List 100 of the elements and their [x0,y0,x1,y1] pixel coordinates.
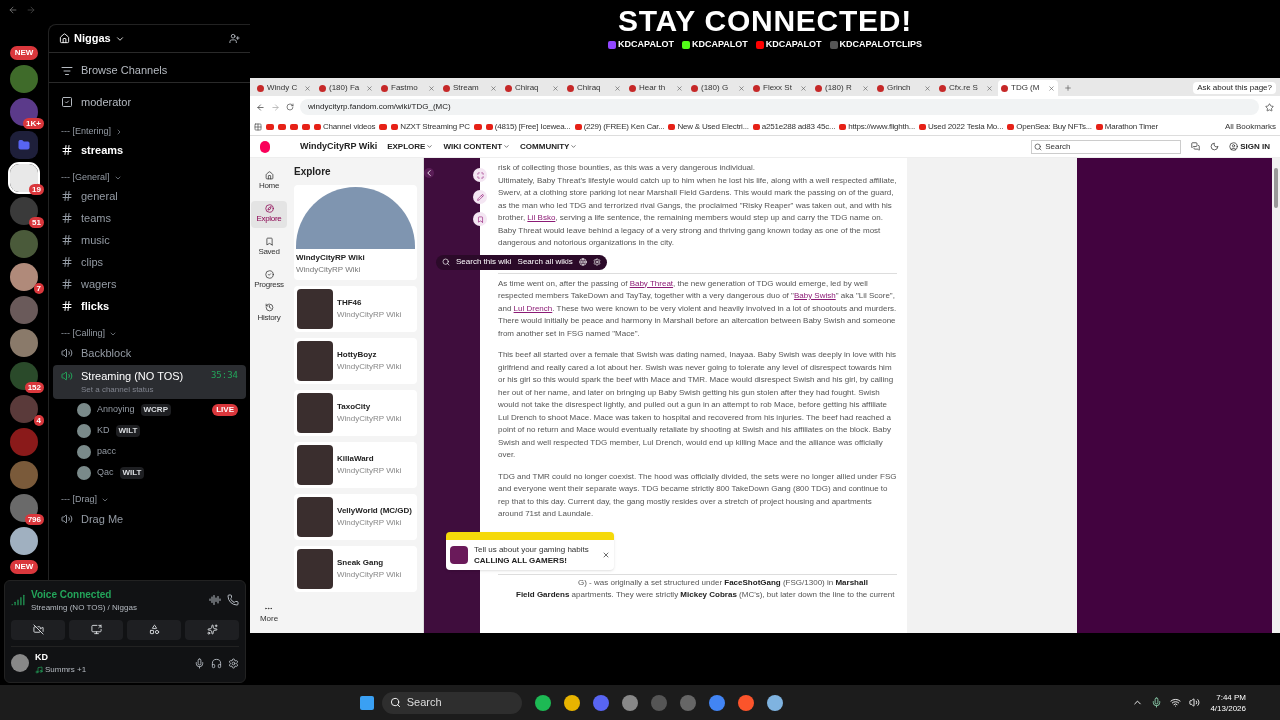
server-icon[interactable] [10,263,38,291]
wiki-card[interactable]: VellyWorld (MC/GD) WindyCityRP Wiki [294,494,417,540]
save-button[interactable] [473,212,487,226]
browser-tab[interactable]: (180) G [688,80,748,96]
activities-button[interactable] [127,619,181,640]
taskbar-app-icon[interactable] [737,694,754,711]
browser-tab[interactable]: Fastmo [378,80,438,96]
member-name[interactable]: Annoying [97,402,135,417]
more-menu[interactable]: More [259,604,279,625]
taskbar-app-icon[interactable] [766,694,783,711]
channel-status[interactable]: Set a channel status [61,384,238,397]
collapse-icon[interactable] [424,168,434,178]
dark-mode-icon[interactable] [1210,142,1220,151]
close-icon[interactable] [428,84,435,92]
channel-item[interactable]: streams [49,139,250,161]
search-all-wikis-button[interactable]: Search all wikis [517,255,573,269]
close-icon[interactable] [366,84,373,92]
bookmark[interactable]: (229) (FREE) Ken Car... [583,120,665,133]
bookmark-icon[interactable] [668,123,676,130]
browser-tab[interactable]: Chiraq [564,80,624,96]
bookmark[interactable]: Marathon Timer [1104,120,1159,133]
invite-icon[interactable] [229,33,240,44]
bookmark[interactable]: Channel videos [323,120,376,133]
bookmark-icon[interactable] [839,123,847,130]
channel-item[interactable]: wagers [49,273,250,295]
bookmark[interactable]: (4815) [Free] Icewea... [494,120,571,133]
bookmark[interactable]: NZXT Streaming PC [400,120,470,133]
channel-item[interactable]: music [49,229,250,251]
nav-menu[interactable]: COMMUNITY [520,140,578,153]
all-bookmarks[interactable]: All Bookmarks [1224,120,1276,133]
close-icon[interactable] [602,550,610,559]
close-icon[interactable] [924,84,931,92]
wiki-card[interactable]: THF46 WindyCityRP Wiki [294,286,417,332]
taskbar-app-icon[interactable] [708,694,725,711]
channel-item[interactable]: teams [49,207,250,229]
browser-tab[interactable]: Cfx.re S [936,80,996,96]
bookmark[interactable]: a251e288 ad83 45c... [761,120,836,133]
edit-button[interactable] [473,190,487,204]
soundboard-button[interactable] [185,619,239,640]
close-icon[interactable] [1048,84,1055,92]
server-name[interactable]: Niggas [74,30,111,47]
start-icon[interactable] [359,695,374,710]
close-icon[interactable] [986,84,993,92]
bookmark-icon[interactable] [1007,123,1015,130]
volume-icon[interactable] [1189,697,1201,708]
sign-in-link[interactable]: SIGN IN [1240,140,1270,153]
browser-tab[interactable]: Stream [440,80,500,96]
rail-item[interactable]: Progress [251,267,287,294]
apps-icon[interactable] [254,122,262,131]
channel-category[interactable]: --- [Drag] [49,483,250,507]
channel-category[interactable]: --- [Calling] [49,317,250,341]
screen-share-button[interactable] [69,619,123,640]
taskbar-app-icon[interactable] [621,694,638,711]
star-icon[interactable] [1265,102,1274,112]
close-icon[interactable] [304,84,311,92]
search-field[interactable]: Search [1031,139,1182,154]
rail-item[interactable]: History [251,300,287,327]
channel-category[interactable]: --- [Entering] [49,115,250,139]
back-icon[interactable] [256,102,265,112]
close-icon[interactable] [676,84,683,92]
browser-tab[interactable]: Hear th [626,80,686,96]
clock-time[interactable]: 7:44 PM [1216,691,1246,703]
clock-date[interactable]: 4/13/2026 [1210,702,1246,714]
address-bar[interactable]: windycityrp.fandom.com/wiki/TDG_(MC) [300,99,1259,115]
voice-location[interactable]: Streaming (NO TOS) / Niggas [31,601,137,614]
channel-item[interactable]: clips [49,251,250,273]
disconnect-icon[interactable] [227,594,239,606]
server-icon[interactable] [10,527,38,555]
browser-tab[interactable]: Grinch [874,80,934,96]
voice-channel[interactable]: Drag Me [53,507,246,531]
folder-icon[interactable] [10,131,38,159]
close-icon[interactable] [738,84,745,92]
rail-item[interactable]: Home [251,168,287,195]
network-icon[interactable] [1170,697,1182,708]
close-icon[interactable] [862,84,869,92]
nav-menu[interactable]: EXPLORE [387,140,434,153]
browser-tab[interactable]: TDG (M [998,80,1058,96]
bookmark[interactable]: Used 2022 Tesla Mo... [927,120,1004,133]
ask-button[interactable]: Ask about this page? [1193,82,1276,94]
channel-item[interactable]: general [49,185,250,207]
bookmark-icon[interactable] [1095,123,1103,130]
wiki-card[interactable]: TaxoCity WindyCityRP Wiki [294,390,417,436]
member-name[interactable]: pacc [97,444,116,459]
bookmark[interactable]: OpenSea: Buy NFTs... [1016,120,1092,133]
microphone-icon[interactable] [194,657,205,669]
member-name[interactable]: Qac [97,465,114,480]
browser-tab[interactable]: Flexx St [750,80,810,96]
back-icon[interactable] [8,5,18,15]
reload-icon[interactable] [286,103,294,111]
browser-tab[interactable]: Chiraq [502,80,562,96]
channel-item[interactable]: flicks [49,295,250,317]
close-icon[interactable] [614,84,621,92]
new-tab-icon[interactable] [1064,84,1072,92]
avatar[interactable] [11,654,29,673]
taskbar-app-icon[interactable] [592,694,609,711]
browse-channels[interactable]: Browse Channels [49,59,250,83]
wiki-card[interactable]: KillaWard WindyCityRP Wiki [294,442,417,488]
taskbar-search[interactable]: Search [381,691,522,714]
bookmark-icon[interactable] [574,123,582,130]
settings-icon[interactable] [228,657,239,669]
